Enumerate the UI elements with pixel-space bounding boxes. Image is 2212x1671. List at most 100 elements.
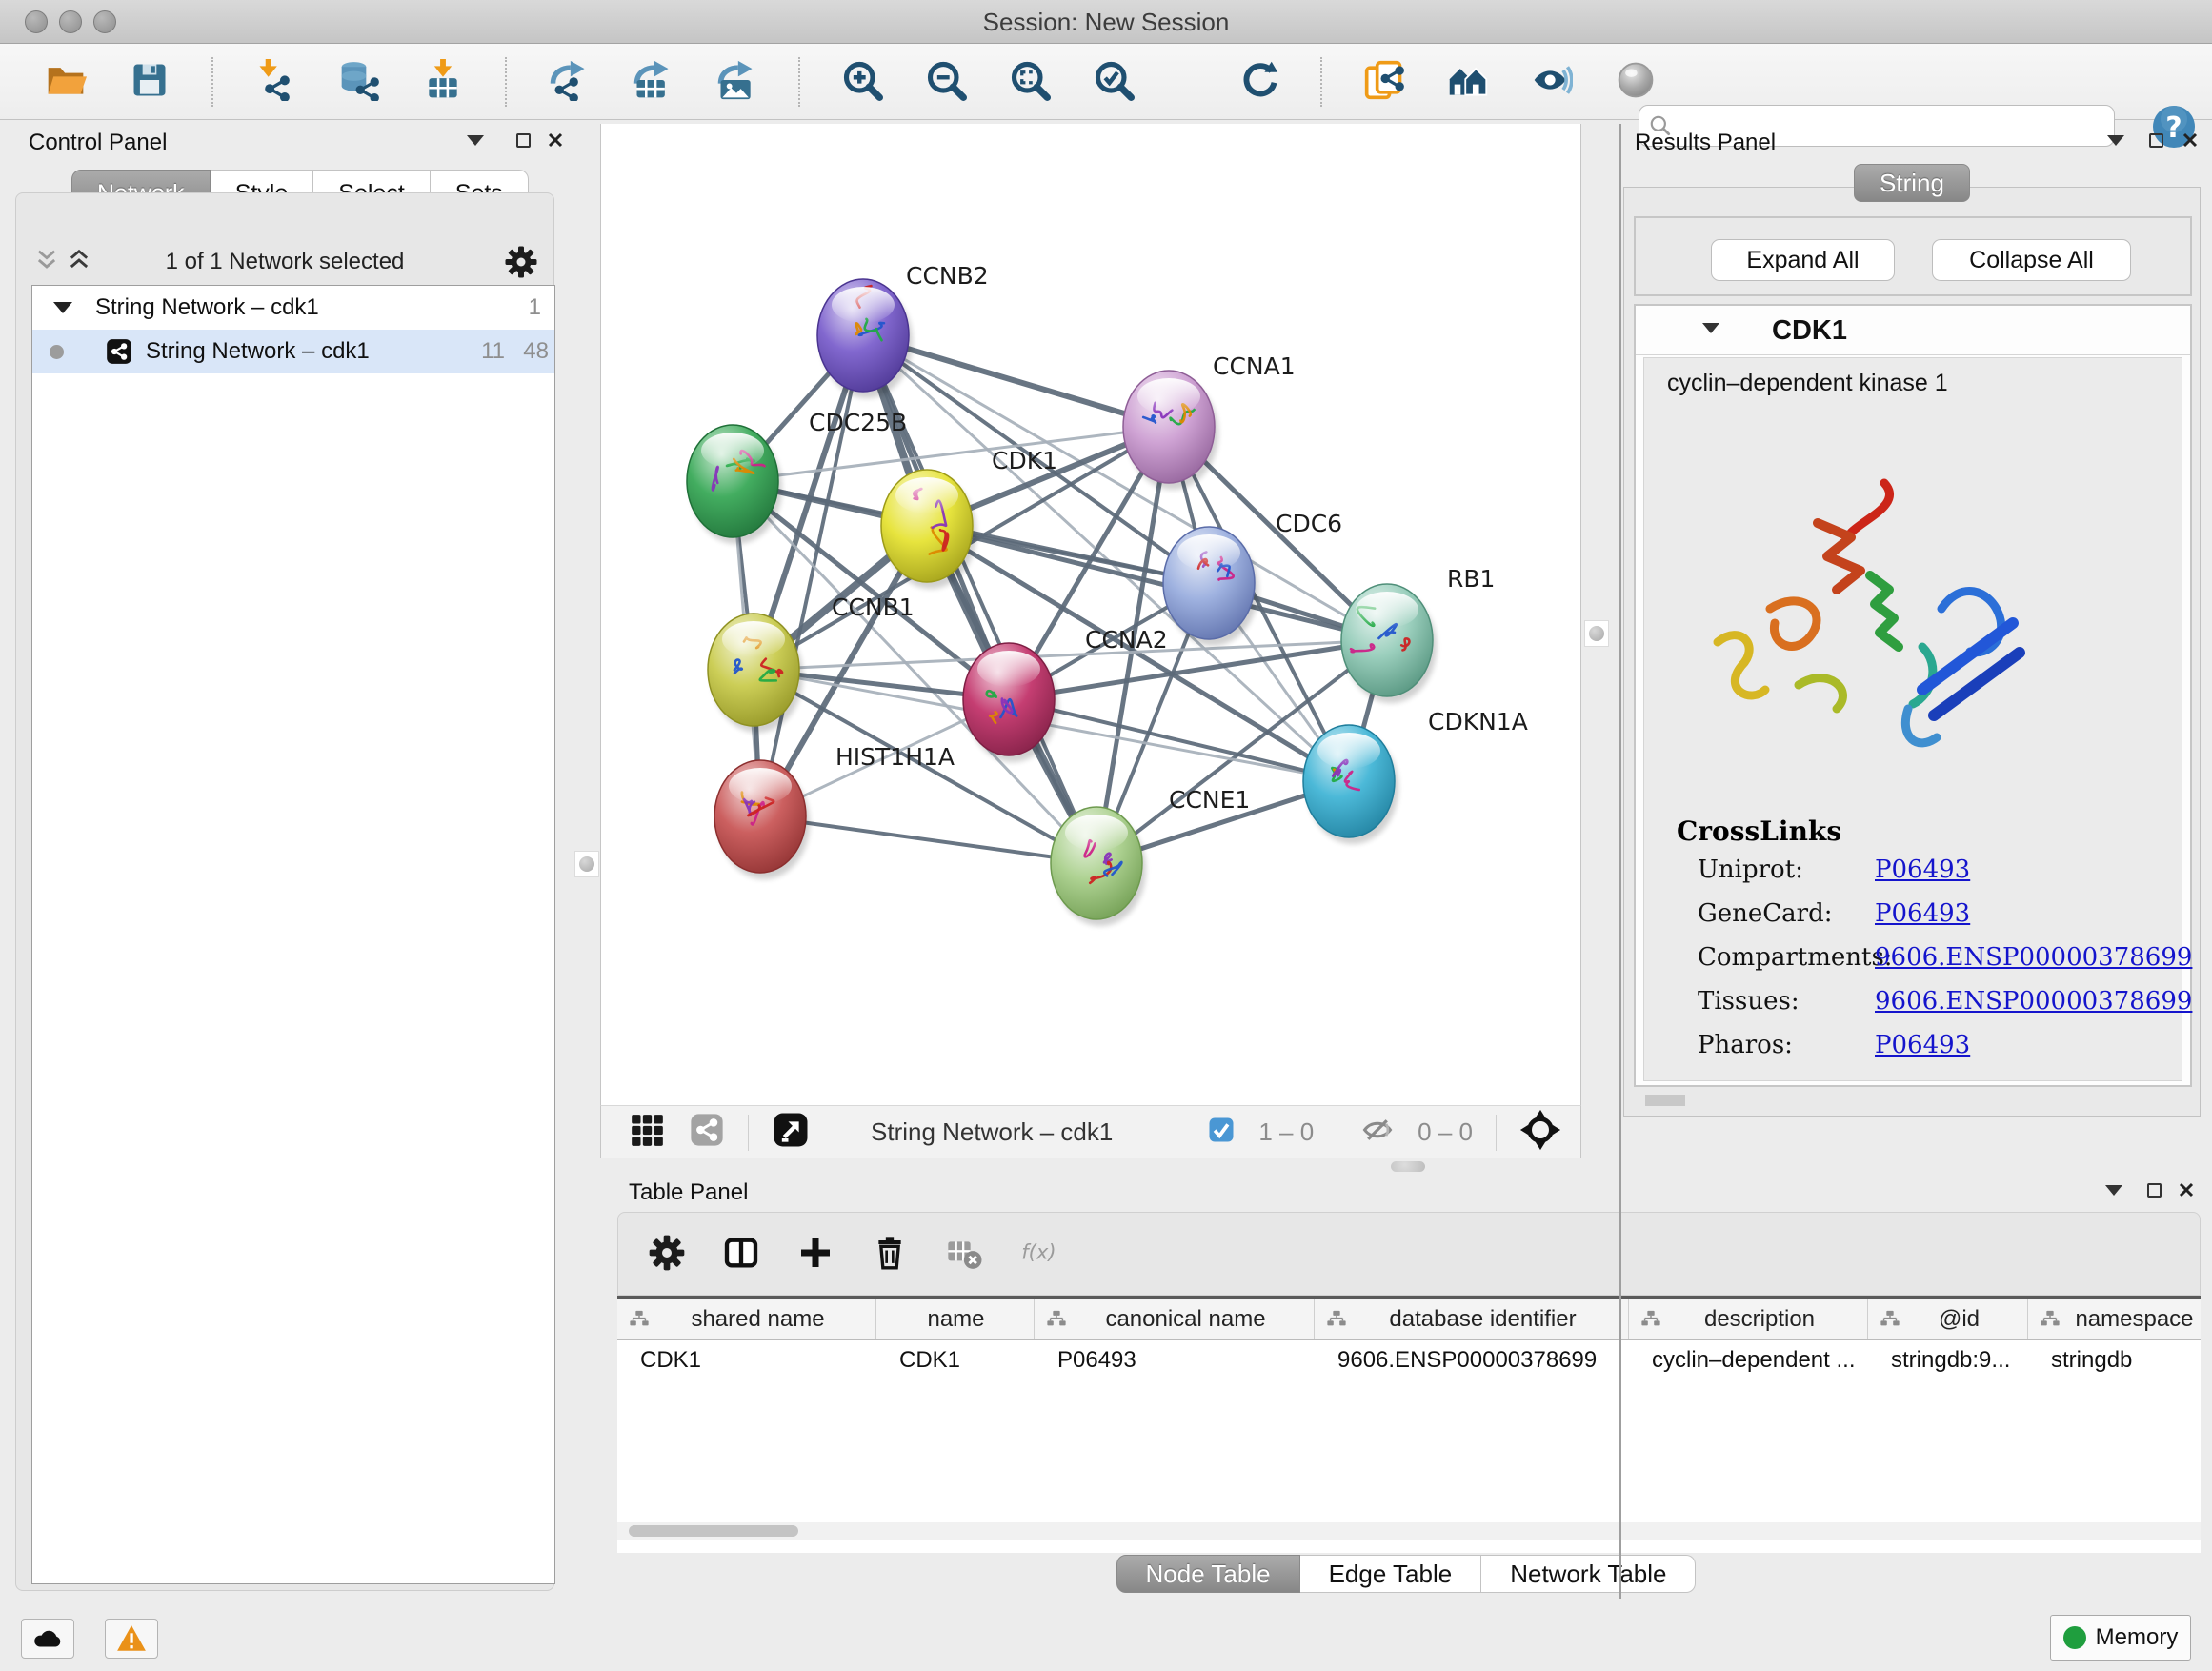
show-columns-button[interactable] xyxy=(719,1232,763,1276)
control-panel: Control Panel NetworkStyleSelectSets 1 o… xyxy=(8,124,562,1599)
memory-status-icon xyxy=(2063,1626,2086,1649)
memory-button[interactable]: Memory xyxy=(2050,1615,2191,1661)
collection-expander-icon[interactable] xyxy=(53,302,72,313)
results-panel-float-icon[interactable] xyxy=(2107,135,2124,146)
export-network-icon xyxy=(548,59,590,104)
node-label: CCNB1 xyxy=(832,594,915,621)
import-database-button[interactable] xyxy=(337,60,381,104)
column-header-shared-name[interactable]: shared name xyxy=(617,1299,876,1339)
network-node-cdc25b[interactable]: CDC25B xyxy=(687,409,907,544)
cloud-icon xyxy=(31,1622,64,1655)
table-hscroll-thumb[interactable] xyxy=(629,1525,798,1537)
delete-column-button[interactable] xyxy=(868,1232,912,1276)
results-scroll-thumb[interactable] xyxy=(1645,1095,1685,1106)
gene-section: CDK1 cyclin–dependent kinase 1 xyxy=(1634,304,2192,1087)
zoom-fit-button[interactable] xyxy=(1008,60,1052,104)
warnings-button[interactable] xyxy=(105,1619,158,1659)
node-label: CCNB2 xyxy=(906,262,989,290)
glass-ball-button[interactable] xyxy=(1614,60,1658,104)
table-gear-button[interactable] xyxy=(645,1232,689,1276)
node-label: CDC25B xyxy=(809,409,907,436)
table-gear-icon xyxy=(648,1234,686,1275)
string-badge-icon[interactable] xyxy=(689,1112,725,1153)
network-node-cdkn1a[interactable]: CDKN1A xyxy=(1303,708,1528,844)
crosslink-row: Tissues:9606.ENSP00000378699 xyxy=(1698,987,2164,1016)
import-network-button[interactable] xyxy=(253,60,297,104)
results-panel-maximize-icon[interactable] xyxy=(2149,133,2163,148)
function-builder-button[interactable]: f(x) xyxy=(1016,1232,1060,1276)
network-canvas[interactable]: CCNB2CCNA1CDC25BCDK1CDC6RB1CCNB1CCNA2CDK… xyxy=(600,124,1581,1105)
control-panel-maximize-icon[interactable] xyxy=(516,133,531,148)
export-network-button[interactable] xyxy=(547,60,591,104)
section-expander-icon[interactable] xyxy=(1702,323,1719,333)
export-table-button[interactable] xyxy=(631,60,674,104)
crosslink-link[interactable]: P06493 xyxy=(1875,856,1970,884)
network-node-cdc6[interactable]: CDC6 xyxy=(1163,510,1342,646)
view-grid-icon[interactable] xyxy=(628,1111,666,1154)
zoom-out-icon xyxy=(925,59,967,104)
network-edge[interactable] xyxy=(927,526,1387,640)
crosslink-link[interactable]: 9606.ENSP00000378699 xyxy=(1875,943,2192,972)
column-header-name[interactable]: name xyxy=(876,1299,1035,1339)
delete-table-icon xyxy=(945,1234,983,1275)
crosslink-link[interactable]: P06493 xyxy=(1875,899,1970,928)
selected-count: 1 – 0 xyxy=(1258,1117,1314,1147)
hide-glass-button[interactable] xyxy=(1530,60,1574,104)
open-in-window-icon[interactable] xyxy=(772,1111,810,1154)
network-collection-row[interactable]: String Network – cdk1 1 xyxy=(32,286,554,330)
delete-table-button[interactable] xyxy=(942,1232,986,1276)
table-cell: CDK1 xyxy=(876,1340,1035,1380)
column-header-canonical-name[interactable]: canonical name xyxy=(1035,1299,1315,1339)
memory-label: Memory xyxy=(2096,1624,2179,1651)
right-splitter-handle[interactable] xyxy=(1584,620,1609,647)
crosslink-link[interactable]: P06493 xyxy=(1875,1031,1970,1059)
network-node-hist1h1a[interactable]: HIST1H1A xyxy=(714,743,955,879)
gene-section-header[interactable]: CDK1 xyxy=(1636,306,2190,355)
table-splitter-handle[interactable] xyxy=(1391,1161,1425,1172)
network-options-gear-icon[interactable] xyxy=(504,245,538,279)
table-cell: 9606.ENSP00000378699 xyxy=(1315,1340,1629,1380)
save-button[interactable] xyxy=(128,60,171,104)
control-panel-title: Control Panel xyxy=(29,130,167,156)
hidden-eye-icon[interactable] xyxy=(1360,1113,1395,1152)
gene-details: cyclin–dependent kinase 1 xyxy=(1643,357,2182,1081)
toolbar-divider xyxy=(505,57,507,107)
cloud-button[interactable] xyxy=(21,1619,74,1659)
network-row[interactable]: String Network – cdk1 11 48 xyxy=(32,330,554,373)
node-label: CDC6 xyxy=(1276,510,1342,537)
zoom-out-button[interactable] xyxy=(924,60,968,104)
network-node-rb1[interactable]: RB1 xyxy=(1341,565,1495,703)
column-header-database-identifier[interactable]: database identifier xyxy=(1315,1299,1629,1339)
export-table-icon xyxy=(632,59,674,104)
network-node-ccnb2[interactable]: CCNB2 xyxy=(817,262,989,398)
results-panel-close-icon[interactable] xyxy=(2182,131,2199,149)
network-edge[interactable] xyxy=(760,816,1096,863)
zoom-selected-button[interactable] xyxy=(1092,60,1136,104)
refresh-button[interactable] xyxy=(1237,60,1280,104)
expand-all-button[interactable]: Expand All xyxy=(1711,239,1895,281)
selected-checkbox-icon[interactable] xyxy=(1207,1116,1236,1149)
crosslink-link[interactable]: 9606.ENSP00000378699 xyxy=(1875,987,2192,1016)
control-panel-close-icon[interactable] xyxy=(547,131,564,149)
tab-string[interactable]: String xyxy=(1854,164,1970,202)
birdseye-view-icon[interactable] xyxy=(1519,1109,1561,1156)
show-columns-icon xyxy=(722,1234,760,1275)
network-view-toolbar: String Network – cdk1 1 – 0 0 – 0 xyxy=(600,1105,1581,1158)
string-home-button[interactable] xyxy=(1446,60,1490,104)
network-edge[interactable] xyxy=(1009,699,1349,781)
shared-column-icon xyxy=(629,1309,650,1330)
control-panel-float-icon[interactable] xyxy=(467,135,484,146)
add-column-button[interactable] xyxy=(794,1232,837,1276)
collapse-all-button[interactable]: Collapse All xyxy=(1932,239,2131,281)
export-image-button[interactable] xyxy=(714,60,758,104)
string-home-icon xyxy=(1447,59,1489,104)
zoom-in-button[interactable] xyxy=(840,60,884,104)
clone-network-button[interactable] xyxy=(1362,60,1406,104)
table-tab-node-table[interactable]: Node Table xyxy=(1116,1555,1300,1593)
import-table-button[interactable] xyxy=(421,60,465,104)
open-file-button[interactable] xyxy=(44,60,88,104)
left-splitter-handle[interactable] xyxy=(574,851,599,877)
shared-column-icon xyxy=(1046,1309,1067,1330)
table-tab-edge-table[interactable]: Edge Table xyxy=(1300,1555,1482,1593)
network-node-ccne1[interactable]: CCNE1 xyxy=(1051,786,1250,926)
